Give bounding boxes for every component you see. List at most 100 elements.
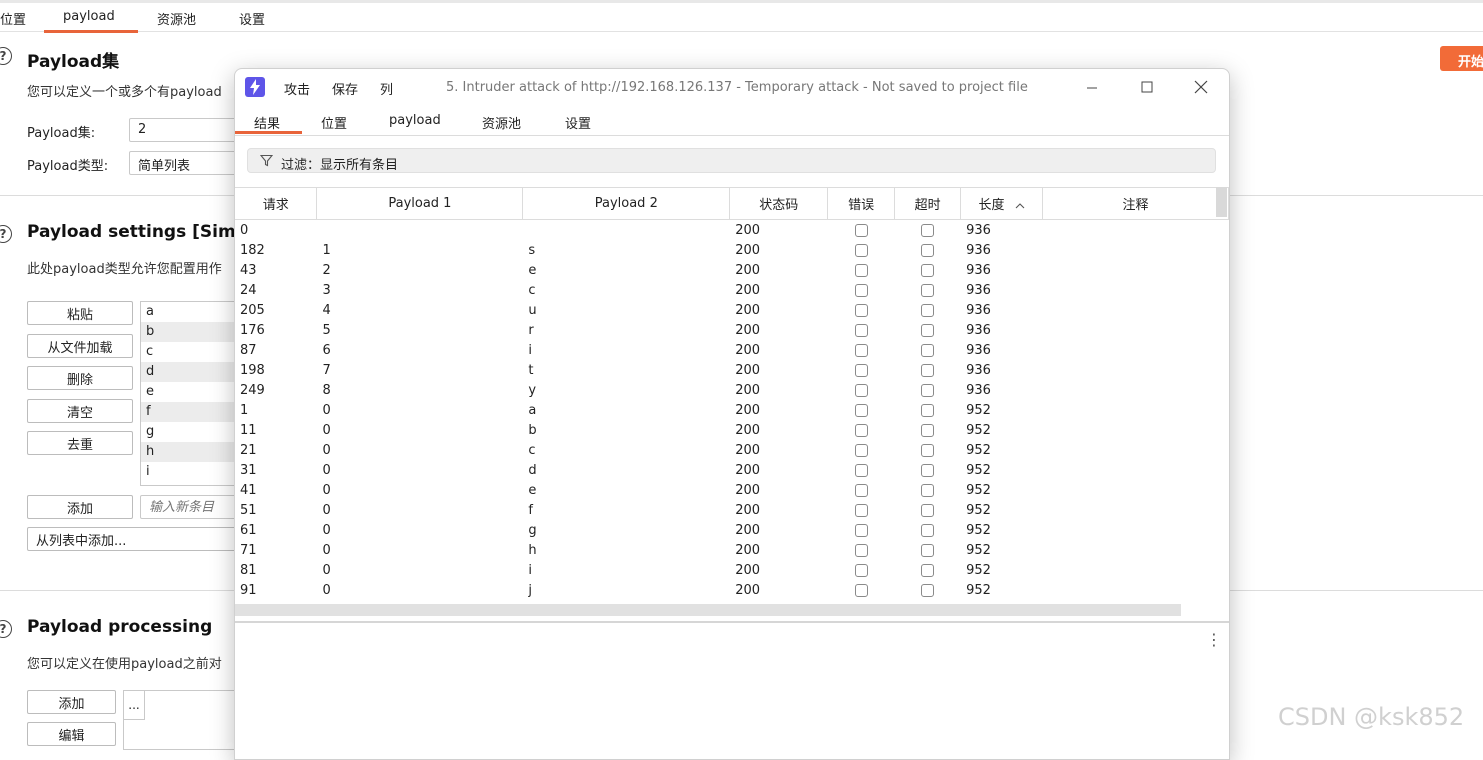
load-from-file-button[interactable]: 从文件加载 — [27, 334, 133, 358]
help-icon[interactable]: ? — [0, 47, 12, 65]
column-header-error[interactable]: 错误 — [827, 188, 896, 220]
timeout-checkbox[interactable] — [921, 563, 935, 577]
table-row[interactable]: 205 4 u 200 936 — [235, 300, 1229, 320]
tab-payload[interactable]: payload — [63, 9, 115, 24]
menu-attack[interactable]: 攻击 — [284, 79, 310, 98]
error-checkbox[interactable] — [854, 343, 868, 357]
column-header-payload1[interactable]: Payload 1 — [316, 188, 524, 220]
list-item[interactable]: d — [141, 362, 249, 382]
edit-rule-button[interactable]: 编辑 — [27, 722, 116, 746]
table-row[interactable]: 182 1 s 200 936 — [235, 240, 1229, 260]
processing-rules-table[interactable]: ... — [123, 690, 250, 750]
table-row[interactable]: 249 8 y 200 936 — [235, 380, 1229, 400]
timeout-checkbox[interactable] — [921, 383, 935, 397]
table-row[interactable]: 81 0 i 200 952 — [235, 560, 1229, 580]
error-checkbox[interactable] — [854, 583, 868, 597]
list-item[interactable]: b — [141, 322, 249, 342]
timeout-checkbox[interactable] — [921, 523, 935, 537]
list-item[interactable]: e — [141, 382, 249, 402]
timeout-checkbox[interactable] — [921, 503, 935, 517]
table-row[interactable]: 0 200 936 — [235, 219, 1229, 240]
timeout-checkbox[interactable] — [921, 343, 935, 357]
table-row[interactable]: 87 6 i 200 936 — [235, 340, 1229, 360]
error-checkbox[interactable] — [854, 463, 868, 477]
minimize-icon[interactable] — [1082, 77, 1102, 97]
table-row[interactable]: 51 0 f 200 952 — [235, 500, 1229, 520]
menu-save[interactable]: 保存 — [332, 79, 358, 98]
error-checkbox[interactable] — [854, 223, 868, 237]
table-row[interactable]: 1 0 a 200 952 — [235, 400, 1229, 420]
timeout-checkbox[interactable] — [921, 423, 935, 437]
add-rule-button[interactable]: 添加 — [27, 690, 116, 714]
tab-positions[interactable]: 位置 — [321, 113, 347, 132]
vertical-scrollbar[interactable] — [1216, 187, 1227, 217]
error-checkbox[interactable] — [854, 283, 868, 297]
more-options-icon[interactable]: ⋮ — [1206, 631, 1222, 649]
timeout-checkbox[interactable] — [921, 583, 935, 597]
error-checkbox[interactable] — [854, 543, 868, 557]
column-header-timeout[interactable]: 超时 — [894, 188, 962, 220]
table-row[interactable]: 43 2 e 200 936 — [235, 260, 1229, 280]
add-from-list-dropdown[interactable]: 从列表中添加... — [27, 527, 250, 551]
timeout-checkbox[interactable] — [921, 403, 935, 417]
deduplicate-button[interactable]: 去重 — [27, 431, 133, 455]
timeout-checkbox[interactable] — [921, 323, 935, 337]
error-checkbox[interactable] — [854, 563, 868, 577]
clear-button[interactable]: 清空 — [27, 399, 133, 423]
tab-payload[interactable]: payload — [389, 113, 441, 128]
table-row[interactable]: 41 0 e 200 952 — [235, 480, 1229, 500]
rule-cell[interactable]: ... — [124, 691, 145, 720]
error-checkbox[interactable] — [854, 243, 868, 257]
list-item[interactable]: f — [141, 402, 249, 422]
timeout-checkbox[interactable] — [921, 463, 935, 477]
help-icon[interactable]: ? — [0, 225, 12, 243]
tab-settings[interactable]: 设置 — [239, 9, 265, 28]
table-row[interactable]: 91 0 j 200 952 — [235, 580, 1229, 600]
error-checkbox[interactable] — [854, 263, 868, 277]
list-item[interactable]: a — [141, 302, 249, 322]
timeout-checkbox[interactable] — [921, 283, 935, 297]
table-row[interactable]: 71 0 h 200 952 — [235, 540, 1229, 560]
error-checkbox[interactable] — [854, 363, 868, 377]
tab-resource-pool[interactable]: 资源池 — [482, 113, 521, 132]
tab-resource-pool[interactable]: 资源池 — [157, 9, 196, 28]
column-header-payload2[interactable]: Payload 2 — [522, 188, 731, 220]
table-row[interactable]: 11 0 b 200 952 — [235, 420, 1229, 440]
timeout-checkbox[interactable] — [921, 223, 935, 237]
window-titlebar[interactable]: 攻击 保存 列 5. Intruder attack of http://192… — [235, 69, 1229, 105]
timeout-checkbox[interactable] — [921, 263, 935, 277]
timeout-checkbox[interactable] — [921, 543, 935, 557]
error-checkbox[interactable] — [854, 523, 868, 537]
error-checkbox[interactable] — [854, 503, 868, 517]
table-row[interactable]: 24 3 c 200 936 — [235, 280, 1229, 300]
menu-columns[interactable]: 列 — [380, 79, 393, 98]
timeout-checkbox[interactable] — [921, 483, 935, 497]
tab-settings[interactable]: 设置 — [565, 113, 591, 132]
error-checkbox[interactable] — [854, 383, 868, 397]
tab-results[interactable]: 结果 — [254, 113, 280, 132]
timeout-checkbox[interactable] — [921, 303, 935, 317]
help-icon[interactable]: ? — [0, 620, 12, 638]
table-row[interactable]: 21 0 c 200 952 — [235, 440, 1229, 460]
column-header-comment[interactable]: 注释 — [1042, 188, 1229, 220]
table-row[interactable]: 176 5 r 200 936 — [235, 320, 1229, 340]
error-checkbox[interactable] — [854, 483, 868, 497]
timeout-checkbox[interactable] — [921, 443, 935, 457]
timeout-checkbox[interactable] — [921, 243, 935, 257]
table-row[interactable]: 198 7 t 200 936 — [235, 360, 1229, 380]
filter-bar[interactable]: 过滤：显示所有条目 — [247, 148, 1216, 173]
close-icon[interactable] — [1191, 77, 1211, 97]
error-checkbox[interactable] — [854, 303, 868, 317]
add-item-button[interactable]: 添加 — [27, 495, 133, 519]
list-item[interactable]: g — [141, 422, 249, 442]
list-item[interactable]: i — [141, 462, 249, 482]
list-item[interactable]: h — [141, 442, 249, 462]
start-attack-button[interactable]: 开始 — [1440, 46, 1483, 71]
error-checkbox[interactable] — [854, 403, 868, 417]
remove-button[interactable]: 删除 — [27, 366, 133, 390]
paste-button[interactable]: 粘贴 — [27, 301, 133, 325]
error-checkbox[interactable] — [854, 423, 868, 437]
table-row[interactable]: 31 0 d 200 952 — [235, 460, 1229, 480]
table-row[interactable]: 61 0 g 200 952 — [235, 520, 1229, 540]
horizontal-scrollbar[interactable] — [235, 604, 1181, 616]
